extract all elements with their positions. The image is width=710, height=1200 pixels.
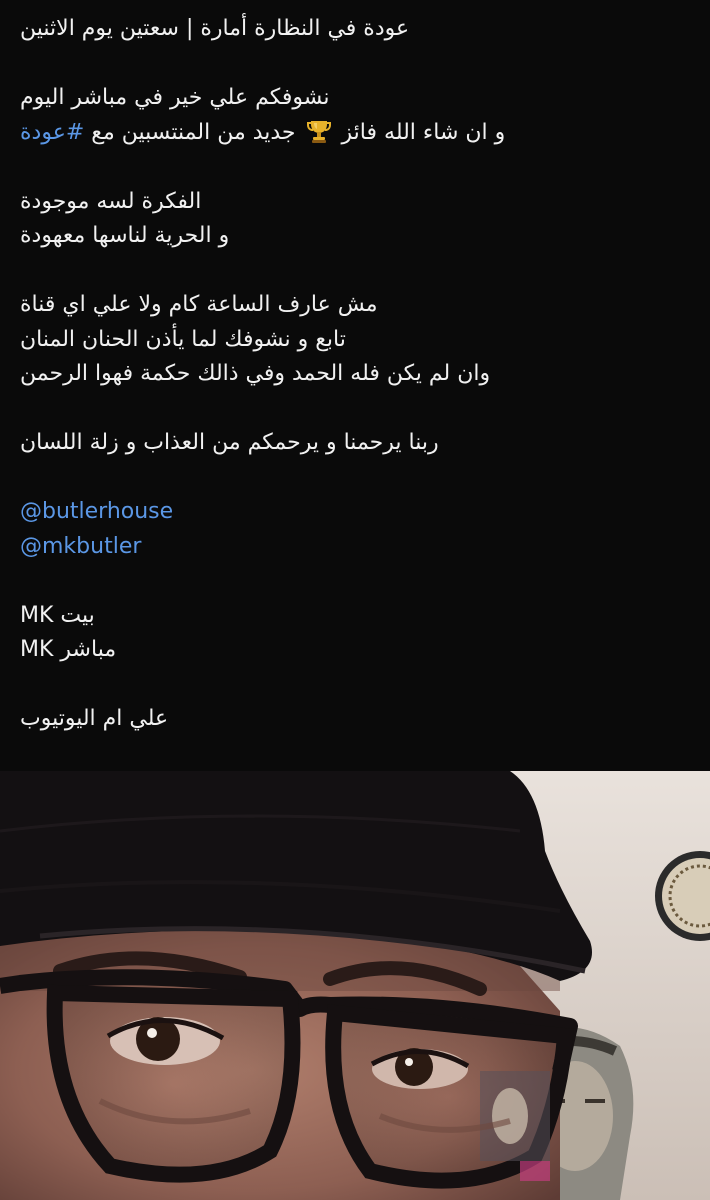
trophy-icon xyxy=(306,120,331,143)
p3-line1: مش عارف الساعة كام ولا علي اي قناة xyxy=(20,292,378,317)
paragraph-3: مش عارف الساعة كام ولا علي اي قناة تابع … xyxy=(20,288,688,392)
paragraph-1: نشوفكم علي خير في مباشر اليوم و ان شاء ا… xyxy=(20,81,688,150)
paragraph-4: ربنا يرحمنا و يرحمكم من العذاب و زلة الل… xyxy=(20,426,688,461)
p1-line1: نشوفكم علي خير في مباشر اليوم xyxy=(20,85,330,110)
p4-line1: ربنا يرحمنا و يرحمكم من العذاب و زلة الل… xyxy=(20,430,439,455)
paragraph-2: الفكرة لسه موجودة و الحرية لناسها معهودة xyxy=(20,185,688,254)
mentions-paragraph: @butlerhouse @mkbutler xyxy=(20,495,688,564)
selfie-photo[interactable] xyxy=(0,771,710,1200)
hashtag-link[interactable]: #عودة xyxy=(20,120,84,145)
paragraph-7: علي ام اليوتيوب xyxy=(20,702,688,737)
title-line: عودة في النظارة أمارة | سعتين يوم الاثني… xyxy=(20,16,410,41)
p7-line1: علي ام اليوتيوب xyxy=(20,706,169,731)
title-paragraph: عودة في النظارة أمارة | سعتين يوم الاثني… xyxy=(20,12,688,47)
p1-line2-part1: و ان شاء الله فائز xyxy=(341,119,506,145)
p1-line2-part2: جديد من المنتسبين مع xyxy=(91,119,296,145)
selfie-photo-illustration xyxy=(0,771,710,1200)
p6-line1: بيت MK xyxy=(20,602,95,628)
p3-line2: تابع و نشوفك لما يأذن الحنان المنان xyxy=(20,326,346,352)
p1-line2: و ان شاء الله فائز جديد من المنتسبين مع … xyxy=(20,116,688,151)
paragraph-6: بيت MK مباشر MK xyxy=(20,599,688,668)
mention-line-1: @butlerhouse xyxy=(20,495,688,530)
mention-line-2: @mkbutler xyxy=(20,530,688,565)
post-text: عودة في النظارة أمارة | سعتين يوم الاثني… xyxy=(20,12,688,737)
mention-butlerhouse-link[interactable]: @butlerhouse xyxy=(20,499,173,524)
p2-line2: و الحرية لناسها معهودة xyxy=(20,223,230,248)
p2-line1: الفكرة لسه موجودة xyxy=(20,188,202,214)
p6-line2: مباشر MK xyxy=(20,637,117,662)
mention-mkbutler-link[interactable]: @mkbutler xyxy=(20,534,141,559)
p3-line3: وان لم يكن فله الحمد وفي ذالك حكمة فهوا … xyxy=(20,361,491,386)
